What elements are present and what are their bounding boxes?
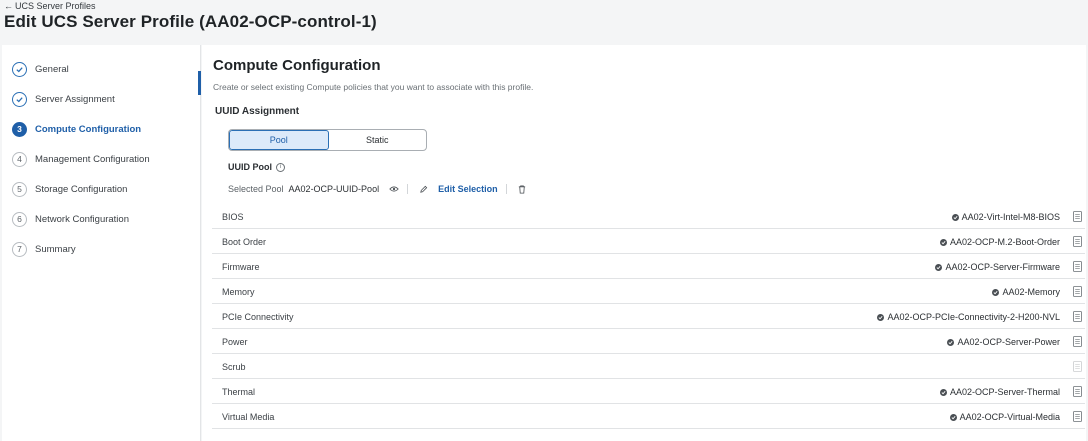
policy-value-text[interactable]: AA02-OCP-Server-Thermal [950,387,1060,397]
selected-pool-value: AA02-OCP-UUID-Pool [288,184,380,194]
uuid-assignment-toggle: Pool Static [228,129,427,151]
policy-list: BIOS AA02-Virt-Intel-M8-BIOS Boot Order … [212,204,1085,429]
document-icon[interactable] [1073,411,1082,422]
policy-name: PCIe Connectivity [222,312,294,322]
step-number-icon: 3 [12,121,27,137]
breadcrumb[interactable]: ← UCS Server Profiles [4,1,96,11]
document-icon[interactable] [1073,236,1082,247]
edit-selection-link[interactable]: Edit Selection [438,184,498,194]
policy-row-memory: Memory AA02-Memory [212,279,1085,304]
policy-value: AA02-OCP-Virtual-Media [949,412,1060,422]
policy-row-thermal: Thermal AA02-OCP-Server-Thermal [212,379,1085,404]
active-step-indicator [198,71,201,95]
step-number-icon: 7 [12,241,27,257]
document-icon[interactable] [1073,286,1082,297]
step-number-icon: 4 [12,151,27,167]
section-title: Compute Configuration [213,57,381,74]
page-title: Edit UCS Server Profile (AA02-OCP-contro… [4,12,377,31]
step-label: Network Configuration [35,213,129,225]
policy-value-text[interactable]: AA02-Memory [1002,287,1060,297]
policy-value: AA02-OCP-Server-Thermal [939,387,1060,397]
pencil-icon[interactable] [418,184,428,194]
policy-row-scrub: Scrub [212,354,1085,379]
arrow-left-icon[interactable]: ← [4,1,13,11]
policy-value-text[interactable]: AA02-OCP-M.2-Boot-Order [950,237,1060,247]
check-circle-icon [12,91,27,107]
policy-value-text[interactable]: AA02-Virt-Intel-M8-BIOS [962,212,1060,222]
check-badge-icon [949,413,957,421]
step-number-icon: 5 [12,181,27,197]
policy-name: Scrub [222,362,246,372]
eye-icon[interactable] [389,184,399,194]
pool-option-button[interactable]: Pool [229,130,329,150]
check-badge-icon [939,388,947,396]
policy-value: AA02-OCP-Server-Firmware [935,262,1060,272]
breadcrumb-link[interactable]: UCS Server Profiles [15,1,96,11]
policy-value: AA02-Virt-Intel-M8-BIOS [951,212,1060,222]
divider [505,184,507,194]
document-icon[interactable] [1073,261,1082,272]
document-icon[interactable] [1073,361,1082,372]
document-icon[interactable] [1073,336,1082,347]
info-icon[interactable]: i [276,162,285,172]
selected-pool-label: Selected Pool [228,184,284,194]
selected-pool: Selected Pool AA02-OCP-UUID-Pool Edit Se… [228,184,527,194]
step-number-icon: 6 [12,211,27,227]
policy-value: AA02-OCP-PCIe-Connectivity-2-H200-NVL [877,312,1060,322]
policy-name: Thermal [222,387,256,397]
policy-row-bios: BIOS AA02-Virt-Intel-M8-BIOS [212,204,1085,229]
section-subtitle: Create or select existing Compute polici… [213,82,534,92]
policy-name: Power [222,337,248,347]
static-option-button[interactable]: Static [329,130,427,150]
document-icon[interactable] [1073,211,1082,222]
check-badge-icon [947,338,955,346]
step-label: Management Configuration [35,153,150,165]
policy-value-text[interactable]: AA02-OCP-Virtual-Media [960,412,1060,422]
wizard-sidebar: General Server Assignment 3 Compute Conf… [2,45,201,441]
check-badge-icon [939,238,947,246]
step-server-assignment[interactable]: Server Assignment [12,90,115,108]
step-general[interactable]: General [12,60,69,78]
policy-name: Firmware [222,262,260,272]
policy-value: AA02-OCP-M.2-Boot-Order [939,237,1060,247]
divider [407,184,409,194]
policy-row-firmware: Firmware AA02-OCP-Server-Firmware [212,254,1085,279]
check-circle-icon [12,61,27,77]
trash-icon[interactable] [517,184,527,194]
check-badge-icon [935,263,943,271]
step-label: Summary [35,243,76,255]
step-label: Server Assignment [35,93,115,105]
check-badge-icon [992,288,1000,296]
check-badge-icon [951,213,959,221]
policy-value-text[interactable]: AA02-OCP-Server-Power [957,337,1060,347]
check-badge-icon [877,313,885,321]
policy-value-text[interactable]: AA02-OCP-PCIe-Connectivity-2-H200-NVL [887,312,1060,322]
policy-name: Boot Order [222,237,267,247]
policy-name: Virtual Media [222,412,275,422]
policy-row-virtual-media: Virtual Media AA02-OCP-Virtual-Media [212,404,1085,429]
step-compute-configuration[interactable]: 3 Compute Configuration [12,120,141,138]
policy-value: AA02-OCP-Server-Power [947,337,1060,347]
uuid-pool-label: UUID Pool i [228,162,285,172]
policy-row-pcie-connectivity: PCIe Connectivity AA02-OCP-PCIe-Connecti… [212,304,1085,329]
policy-name: Memory [222,287,255,297]
step-label: General [35,63,69,75]
document-icon[interactable] [1073,386,1082,397]
step-summary[interactable]: 7 Summary [12,240,76,258]
policy-value-text[interactable]: AA02-OCP-Server-Firmware [945,262,1060,272]
policy-name: BIOS [222,212,244,222]
policy-value: AA02-Memory [992,287,1060,297]
uuid-assignment-title: UUID Assignment [215,106,300,117]
main-panel: Compute Configuration Create or select e… [202,45,1086,441]
policy-row-boot-order: Boot Order AA02-OCP-M.2-Boot-Order [212,229,1085,254]
document-icon[interactable] [1073,311,1082,322]
step-storage-configuration[interactable]: 5 Storage Configuration [12,180,127,198]
step-management-configuration[interactable]: 4 Management Configuration [12,150,150,168]
policy-row-power: Power AA02-OCP-Server-Power [212,329,1085,354]
step-label: Compute Configuration [35,123,142,135]
uuid-pool-label-text: UUID Pool [228,162,272,172]
step-label: Storage Configuration [35,183,128,195]
step-network-configuration[interactable]: 6 Network Configuration [12,210,129,228]
